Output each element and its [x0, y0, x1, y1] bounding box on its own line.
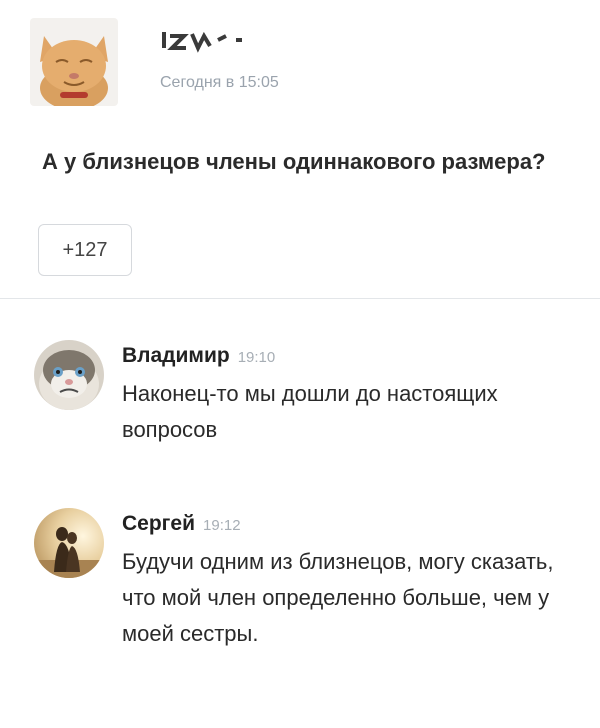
like-button[interactable]: +127	[38, 224, 132, 276]
redacted-name-icon[interactable]	[160, 22, 320, 62]
comment-author[interactable]: Владимир	[122, 344, 230, 367]
comment-header: Владимир 19:10	[122, 344, 275, 368]
grumpy-cat-avatar-icon[interactable]	[34, 340, 104, 410]
post: Сегодня в 15:05 А у близнецов члены один…	[0, 0, 600, 300]
couple-avatar-icon[interactable]	[34, 508, 104, 578]
divider	[0, 298, 600, 299]
comment-time: 19:10	[237, 349, 276, 366]
post-timestamp: Сегодня в 15:05	[160, 74, 279, 91]
like-count: +127	[62, 238, 108, 261]
comment-text: Будучи одним из близнецов, могу сказать,…	[122, 549, 554, 646]
comment-time: 19:12	[203, 517, 241, 534]
post-text: А у близнецов члены одиннакового размера…	[42, 149, 546, 174]
comment-text: Наконец-то мы дошли до настоящих вопросо…	[122, 381, 498, 442]
comment-header: Сергей 19:12	[122, 512, 241, 536]
cat-avatar-icon[interactable]	[30, 18, 118, 106]
comment-author[interactable]: Сергей	[122, 512, 195, 535]
